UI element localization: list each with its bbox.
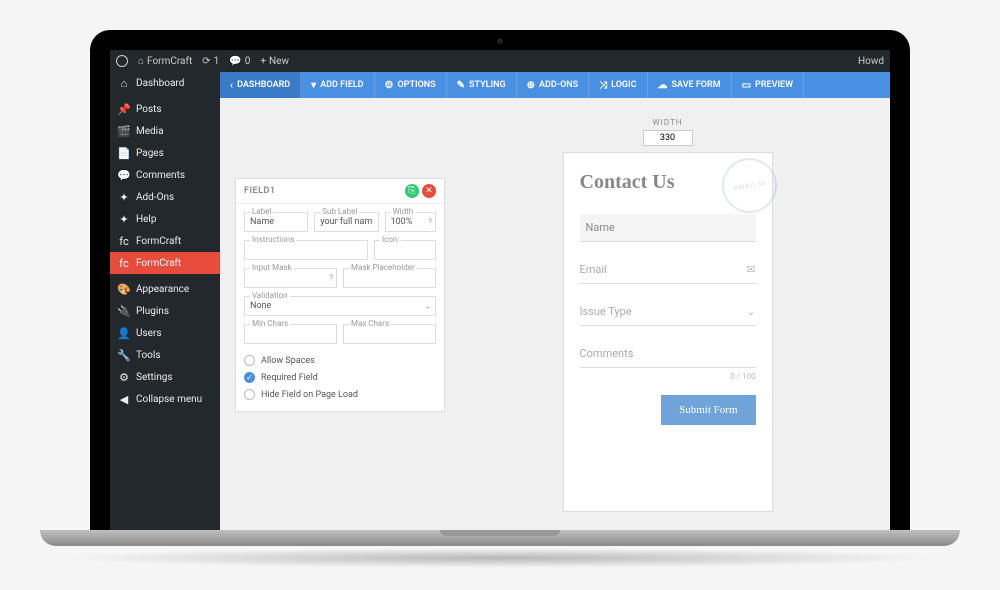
camera-dot — [497, 38, 503, 44]
sidebar-item-media[interactable]: 🎬Media — [110, 120, 220, 142]
field-settings-panel: FIELD1 ⎘ ✕ Label Sub Label Width? — [235, 178, 445, 412]
form-field-name[interactable]: Name — [580, 214, 756, 242]
toolbar-logic[interactable]: ⤨LOGIC — [589, 72, 647, 98]
menu-icon: 👤 — [118, 327, 130, 339]
submit-button[interactable]: Submit Form — [661, 395, 755, 425]
form-field-comments[interactable]: Comments — [580, 340, 756, 368]
sidebar-item-plugins[interactable]: 🔌Plugins — [110, 300, 220, 322]
updates-count[interactable]: ⟳ 1 — [202, 56, 219, 67]
new-content[interactable]: + New — [260, 56, 289, 67]
howdy-user[interactable]: Howd — [858, 56, 884, 67]
sidebar-item-comments[interactable]: 💬Comments — [110, 164, 220, 186]
form-preview-area: WIDTH 330 EMAIL M Contact Us NameEmail✉I… — [460, 118, 875, 510]
sidebar-item-settings[interactable]: ⚙Settings — [110, 366, 220, 388]
toolbar-styling[interactable]: ✎STYLING — [447, 72, 517, 98]
form-field-issue-type[interactable]: Issue Type⌄ — [580, 298, 756, 326]
toolbar-dashboard[interactable]: ‹DASHBOARD — [220, 72, 301, 98]
comments-count[interactable]: 💬 0 — [229, 56, 250, 67]
toolbar-options[interactable]: ⚙OPTIONS — [375, 72, 447, 98]
menu-icon: fc — [118, 235, 130, 247]
menu-icon: 📌 — [118, 103, 130, 115]
toolbar-icon: ▾ — [311, 80, 316, 91]
sidebar-item-users[interactable]: 👤Users — [110, 322, 220, 344]
field-icon: ⌄ — [746, 305, 755, 318]
toolbar-add-field[interactable]: ▾ADD FIELD — [301, 72, 374, 98]
sidebar-item-collapse-menu[interactable]: ◀Collapse menu — [110, 388, 220, 410]
sidebar-item-add-ons[interactable]: ✦Add-Ons — [110, 186, 220, 208]
toolbar-icon: ⊕ — [527, 80, 535, 91]
help-icon[interactable]: ? — [428, 218, 432, 227]
toolbar-icon: ☁ — [658, 80, 668, 91]
admin-sidebar: ⌂Dashboard 📌Posts🎬Media📄Pages💬Comments✦Ad… — [110, 72, 220, 530]
width-value-input[interactable]: 330 — [643, 130, 693, 146]
sidebar-item-dashboard[interactable]: ⌂Dashboard — [110, 72, 220, 94]
menu-icon: 🎨 — [118, 283, 130, 295]
toolbar-icon: ‹ — [230, 80, 233, 91]
sidebar-item-appearance[interactable]: 🎨Appearance — [110, 278, 220, 300]
form-field-email[interactable]: Email✉ — [580, 256, 756, 284]
toolbar-preview[interactable]: ▭PREVIEW — [732, 72, 804, 98]
menu-icon: ◀ — [118, 393, 130, 405]
char-counter: 0 / 100 — [580, 372, 756, 381]
site-name[interactable]: ⌂ FormCraft — [138, 56, 192, 67]
menu-icon: ✦ — [118, 191, 130, 203]
width-label: WIDTH — [460, 118, 875, 127]
allow-spaces-option[interactable]: Allow Spaces — [244, 352, 436, 369]
email-stamp-icon: EMAIL M — [717, 154, 781, 218]
sidebar-item-formcraft[interactable]: fcFormCraft — [110, 252, 220, 274]
menu-icon: 📄 — [118, 147, 130, 159]
required-option[interactable]: Required Field — [244, 369, 436, 386]
toolbar-add-ons[interactable]: ⊕ADD-ONS — [517, 72, 590, 98]
menu-icon: 💬 — [118, 169, 130, 181]
menu-icon: ⚙ — [118, 371, 130, 383]
menu-icon: fc — [118, 257, 130, 269]
formcraft-toolbar: ‹DASHBOARD▾ADD FIELD⚙OPTIONS✎STYLING⊕ADD… — [220, 72, 890, 98]
menu-icon: ✦ — [118, 213, 130, 225]
wp-logo[interactable] — [116, 55, 128, 67]
form-preview: EMAIL M Contact Us NameEmail✉Issue Type⌄… — [563, 152, 773, 512]
field-icon: ✉ — [746, 263, 755, 276]
panel-title: FIELD1 — [244, 186, 275, 196]
delete-icon[interactable]: ✕ — [422, 184, 436, 198]
sidebar-item-tools[interactable]: 🔧Tools — [110, 344, 220, 366]
wp-adminbar: ⌂ FormCraft ⟳ 1 💬 0 + New Howd — [110, 50, 890, 72]
toolbar-icon: ⚙ — [385, 80, 394, 91]
hide-field-option[interactable]: Hide Field on Page Load — [244, 386, 436, 403]
menu-icon: ⌂ — [118, 77, 130, 89]
toolbar-save-form[interactable]: ☁SAVE FORM — [648, 72, 732, 98]
sidebar-item-pages[interactable]: 📄Pages — [110, 142, 220, 164]
menu-icon: 🔧 — [118, 349, 130, 361]
laptop-base — [40, 530, 960, 546]
sidebar-item-help[interactable]: ✦Help — [110, 208, 220, 230]
sidebar-item-posts[interactable]: 📌Posts — [110, 98, 220, 120]
menu-icon: 🔌 — [118, 305, 130, 317]
toolbar-icon: ⤨ — [599, 80, 607, 91]
toolbar-icon: ▭ — [742, 80, 751, 91]
menu-icon: 🎬 — [118, 125, 130, 137]
duplicate-icon[interactable]: ⎘ — [405, 184, 419, 198]
sidebar-item-formcraft[interactable]: fcFormCraft — [110, 230, 220, 252]
toolbar-icon: ✎ — [457, 80, 465, 91]
help-icon[interactable]: ? — [329, 274, 333, 283]
